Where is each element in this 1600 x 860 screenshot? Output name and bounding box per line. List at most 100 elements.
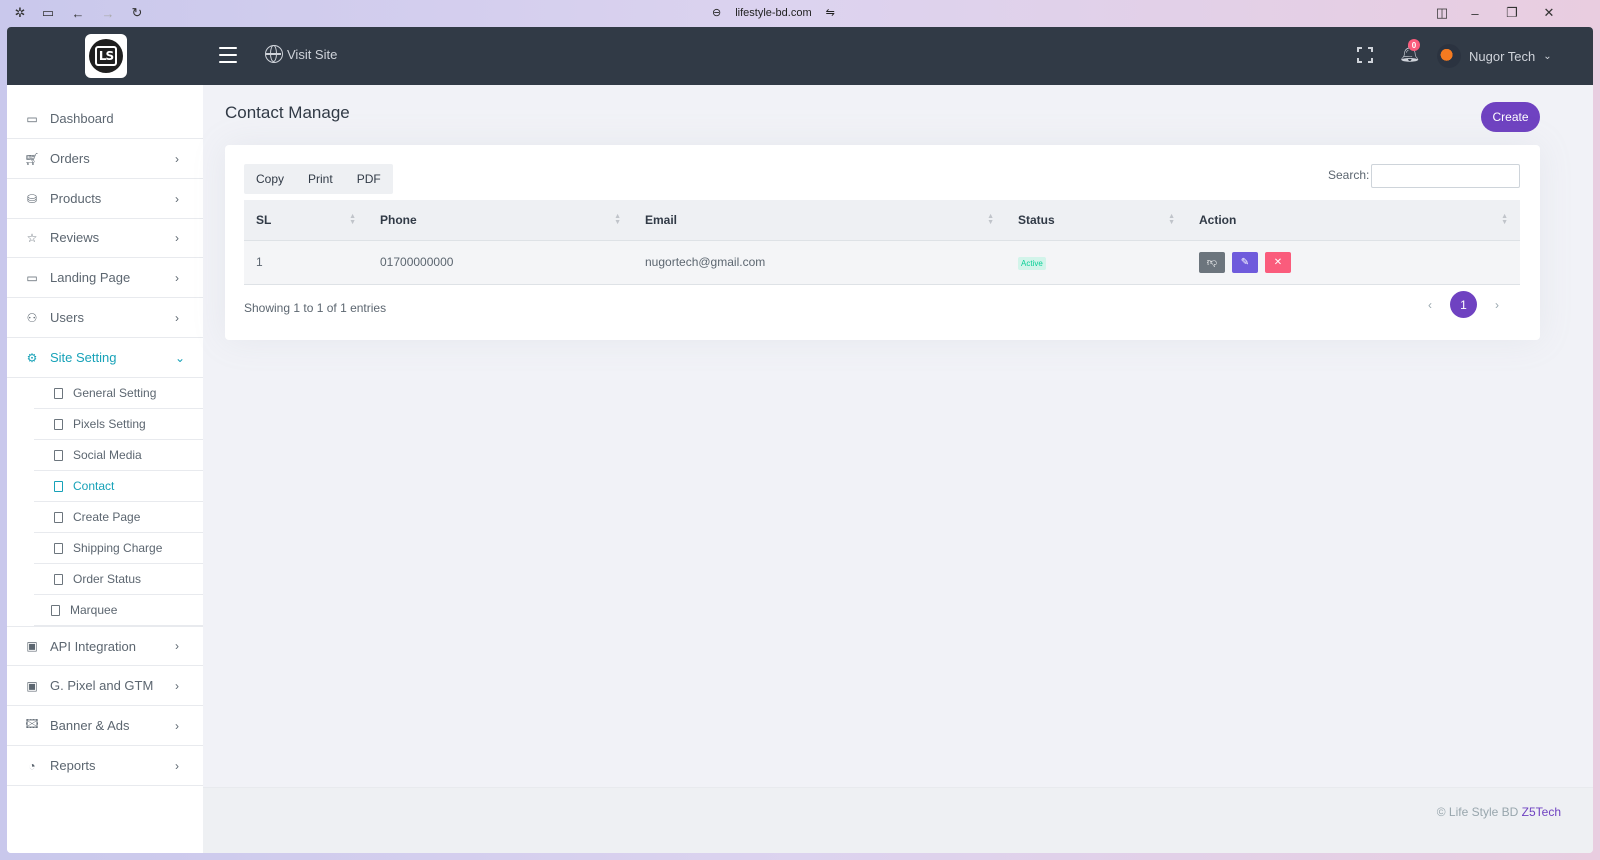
menu-toggle-icon[interactable] bbox=[219, 47, 237, 63]
gear-icon: ⚙ bbox=[26, 350, 38, 365]
restore-icon[interactable]: ❐ bbox=[1504, 5, 1520, 21]
cell-phone: 01700000000 bbox=[368, 240, 633, 285]
sidebar-item-reviews[interactable]: ☆ Reviews › bbox=[7, 218, 203, 258]
sidebar-subitem-create-page[interactable]: Create Page bbox=[34, 502, 203, 533]
link-icon: ⊖ bbox=[712, 7, 722, 19]
cart-icon: 🛒︎ bbox=[24, 151, 40, 166]
site-logo[interactable]: LS bbox=[85, 34, 127, 78]
file-icon bbox=[54, 387, 63, 399]
visit-site-link[interactable]: Visit Site bbox=[265, 45, 337, 63]
sidebar-item-api-integration[interactable]: ▣ API Integration › bbox=[7, 626, 203, 666]
sidebar-item-orders[interactable]: 🛒︎ Orders › bbox=[7, 139, 203, 179]
forward-icon[interactable]: → bbox=[100, 5, 116, 21]
sidebar-subitem-shipping-charge[interactable]: Shipping Charge bbox=[34, 533, 203, 564]
table-info: Showing 1 to 1 of 1 entries bbox=[244, 301, 387, 315]
column-header-email[interactable]: Email ▲ ▼ bbox=[633, 200, 1006, 241]
sidebar-item-label: Dashboard bbox=[50, 111, 114, 126]
sidebar-subitem-label: Social Media bbox=[73, 448, 142, 462]
sidebar-item-landing-page[interactable]: ▭ Landing Page › bbox=[7, 258, 203, 298]
sidebar-subitem-marquee[interactable]: Marquee bbox=[34, 595, 203, 626]
sidebar-item-label: Users bbox=[50, 310, 84, 325]
file-icon bbox=[54, 418, 63, 430]
sidebar-subitem-label: Marquee bbox=[70, 603, 118, 617]
pagination-page-1[interactable]: 1 bbox=[1450, 291, 1477, 318]
site-settings-icon[interactable]: ⇋ bbox=[826, 6, 835, 19]
file-icon bbox=[54, 511, 63, 523]
search-label: Search: bbox=[1328, 168, 1370, 182]
monitor-icon: ▭ bbox=[26, 270, 38, 285]
reload-icon[interactable]: ↻ bbox=[129, 5, 145, 21]
save-icon: ▣ bbox=[26, 678, 38, 693]
sort-icon: ▲ ▼ bbox=[349, 213, 356, 226]
sidebar-subitem-order-status[interactable]: Order Status bbox=[34, 564, 203, 595]
globe-icon bbox=[265, 45, 283, 63]
edit-icon: ✎ bbox=[1240, 256, 1250, 268]
chevron-right-icon: › bbox=[175, 718, 179, 733]
copy-button[interactable]: Copy bbox=[244, 164, 296, 194]
sort-icon: ▲ ▼ bbox=[1501, 213, 1508, 226]
sort-icon: ▲ ▼ bbox=[614, 213, 621, 226]
sidebar-item-label: Landing Page bbox=[50, 270, 131, 285]
sidebar-subitem-label: Shipping Charge bbox=[73, 541, 163, 555]
user-name: Nugor Tech bbox=[1469, 48, 1536, 64]
sidebar-subitem-label: Create Page bbox=[73, 510, 141, 524]
pdf-button[interactable]: PDF bbox=[345, 164, 393, 194]
file-icon bbox=[54, 449, 63, 461]
avatar bbox=[1437, 44, 1461, 68]
sidebar-subitem-label: Pixels Setting bbox=[73, 417, 146, 431]
close-icon[interactable]: ✕ bbox=[1541, 5, 1557, 21]
pagination-prev[interactable]: ‹ bbox=[1428, 298, 1432, 312]
sidebar-item-g-pixel-gtm[interactable]: ▣ G. Pixel and GTM › bbox=[7, 666, 203, 706]
star-icon: ☆ bbox=[26, 230, 38, 245]
sidebar-item-users[interactable]: ⚇ Users › bbox=[7, 298, 203, 338]
sidebar-item-label: Banner & Ads bbox=[50, 718, 130, 733]
edit-button[interactable]: ✎ bbox=[1232, 251, 1258, 273]
chevron-right-icon: › bbox=[175, 191, 179, 206]
split-view-icon[interactable]: ◫ bbox=[1434, 5, 1450, 21]
cell-sl: 1 bbox=[244, 240, 368, 285]
sidebar-subitem-general-setting[interactable]: General Setting bbox=[34, 378, 203, 409]
sidebar-item-label: Site Setting bbox=[50, 350, 117, 365]
sidebar-item-reports[interactable]: ◔ Reports › bbox=[7, 746, 203, 786]
address-bar[interactable]: ⊖ lifestyle-bd.com ⇋ bbox=[712, 6, 835, 20]
sidebar: ▭ Dashboard 🛒︎ Orders › ⛁ Products › ☆ R… bbox=[7, 85, 203, 853]
sidebar-item-products[interactable]: ⛁ Products › bbox=[7, 179, 203, 219]
topbar: LS Visit Site 🔔︎ 0 Nugor Tech ⌄ bbox=[7, 27, 1593, 85]
sidebar-item-label: Orders bbox=[50, 151, 90, 166]
sidebar-subitem-pixels-setting[interactable]: Pixels Setting bbox=[34, 409, 203, 440]
column-header-action[interactable]: Action ▲ ▼ bbox=[1187, 200, 1520, 241]
print-button[interactable]: Print bbox=[296, 164, 345, 194]
search-input[interactable] bbox=[1371, 164, 1520, 188]
create-button[interactable]: Create bbox=[1481, 102, 1540, 132]
delete-button[interactable]: ✕ bbox=[1265, 251, 1291, 273]
chevron-right-icon: › bbox=[175, 678, 179, 693]
chevron-down-icon: ⌄ bbox=[175, 350, 186, 365]
file-icon bbox=[54, 573, 63, 585]
file-icon bbox=[54, 542, 63, 554]
sidebar-item-label: Products bbox=[50, 191, 102, 206]
user-menu[interactable]: Nugor Tech ⌄ bbox=[1437, 44, 1552, 68]
sidebar-subitem-social-media[interactable]: Social Media bbox=[34, 440, 203, 471]
admin-window: LS Visit Site 🔔︎ 0 Nugor Tech ⌄ ▭ Dashbo… bbox=[7, 27, 1593, 853]
column-header-status[interactable]: Status ▲ ▼ bbox=[1006, 200, 1187, 241]
minimize-icon[interactable]: – bbox=[1467, 5, 1483, 21]
sidebar-item-site-setting[interactable]: ⚙ Site Setting ⌄ bbox=[7, 338, 203, 378]
column-header-phone[interactable]: Phone ▲ ▼ bbox=[368, 200, 633, 241]
pagination-next[interactable]: › bbox=[1495, 298, 1499, 312]
deactivate-button[interactable]: 👎︎ bbox=[1199, 251, 1225, 273]
sidebar-toggle-icon[interactable]: ▭ bbox=[40, 5, 56, 21]
chevron-right-icon: › bbox=[175, 310, 179, 325]
footer-link[interactable]: Z5Tech bbox=[1522, 805, 1561, 819]
sort-icon: ▲ ▼ bbox=[987, 213, 994, 226]
sidebar-item-banner-ads[interactable]: 🖾 Banner & Ads › bbox=[7, 706, 203, 746]
back-icon[interactable]: ← bbox=[70, 5, 86, 21]
table-header-row: SL ▲ ▼ Phone ▲ ▼ Email ▲ ▼ Status ▲ ▼ Action ▲ ▼ bbox=[244, 200, 1520, 241]
fullscreen-icon[interactable] bbox=[1357, 47, 1373, 63]
extensions-icon[interactable]: ✲ bbox=[12, 5, 28, 21]
file-icon bbox=[54, 480, 63, 492]
pie-chart-icon: ◔ bbox=[28, 758, 36, 773]
sidebar-item-dashboard[interactable]: ▭ Dashboard bbox=[7, 99, 203, 139]
chevron-right-icon: › bbox=[175, 230, 179, 245]
sidebar-subitem-contact[interactable]: Contact bbox=[34, 471, 203, 502]
column-header-sl[interactable]: SL ▲ ▼ bbox=[244, 200, 368, 241]
